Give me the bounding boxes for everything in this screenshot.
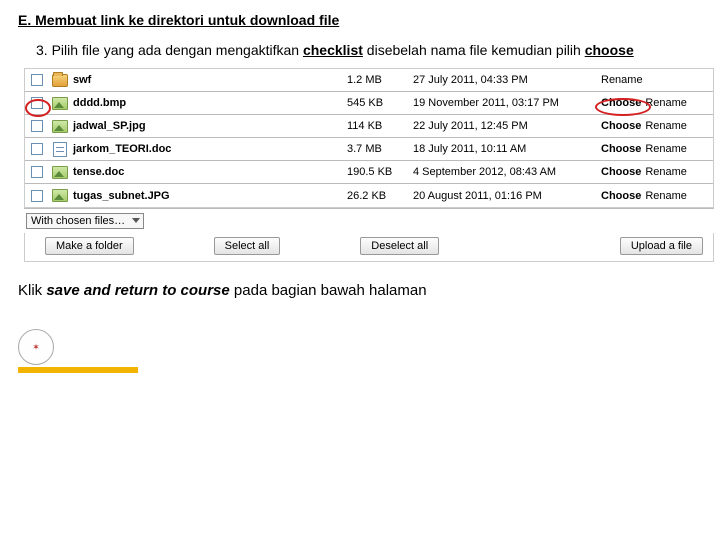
step-keyword-choose: choose [585,42,634,58]
document-icon [53,142,67,157]
rename-link[interactable]: Rename [601,74,643,86]
choose-link[interactable]: Choose [601,166,641,178]
file-icon-cell [49,74,71,87]
file-row: tense.doc190.5 KB4 September 2012, 08:43… [25,161,713,184]
file-date: 20 August 2011, 01:16 PM [413,190,601,202]
file-name[interactable]: jadwal_SP.jpg [71,120,347,132]
file-row: jarkom_TEORI.doc3.7 MB18 July 2011, 10:1… [25,138,713,161]
checkbox-cell [25,74,49,86]
file-size: 3.7 MB [347,143,413,155]
file-name[interactable]: swf [71,74,347,86]
footer-italic: save and return to course [46,282,229,299]
file-name[interactable]: tugas_subnet.JPG [71,190,347,202]
yellow-accent-bar [18,367,138,373]
file-date: 18 July 2011, 10:11 AM [413,143,601,155]
file-size: 26.2 KB [347,190,413,202]
file-checkbox[interactable] [31,120,43,132]
choose-link[interactable]: Choose [601,143,641,155]
file-name[interactable]: jarkom_TEORI.doc [71,143,347,155]
file-icon-cell [49,142,71,157]
rename-link[interactable]: Rename [645,97,687,109]
file-date: 4 September 2012, 08:43 AM [413,166,601,178]
upload-file-button[interactable]: Upload a file [620,237,703,255]
file-size: 114 KB [347,120,413,132]
footer-instruction: Klik save and return to course pada bagi… [18,282,702,299]
file-actions: Choose Rename [601,190,713,202]
checkbox-cell [25,120,49,132]
file-name[interactable]: tense.doc [71,166,347,178]
file-icon-cell [49,189,71,202]
choose-link[interactable]: Choose [601,120,641,132]
file-size: 545 KB [347,97,413,109]
file-row: dddd.bmp545 KB19 November 2011, 03:17 PM… [25,92,713,115]
file-list-panel: swf1.2 MB27 July 2011, 04:33 PMRenameddd… [24,68,714,208]
rename-link[interactable]: Rename [645,120,687,132]
step-keyword-checklist: checklist [303,42,363,58]
file-checkbox[interactable] [31,97,43,109]
checkbox-cell [25,190,49,202]
footer-prefix: Klik [18,282,46,299]
file-row: tugas_subnet.JPG26.2 KB20 August 2011, 0… [25,184,713,207]
file-icon-cell [49,166,71,179]
checkbox-cell [25,166,49,178]
file-date: 22 July 2011, 12:45 PM [413,120,601,132]
file-date: 27 July 2011, 04:33 PM [413,74,601,86]
file-size: 190.5 KB [347,166,413,178]
choose-link[interactable]: Choose [601,97,641,109]
institution-logo: ✶ [18,329,54,365]
checkbox-cell [25,97,49,109]
file-icon-cell [49,97,71,110]
file-actions: Choose Rename [601,97,713,109]
image-icon [52,120,68,133]
buttons-row: Make a folder Select all Deselect all Up… [24,233,714,262]
bulk-action-row: With chosen files… [24,208,714,233]
footer-logo-area: ✶ [18,329,702,373]
image-icon [52,166,68,179]
with-chosen-files-select[interactable]: With chosen files… [26,213,144,229]
file-checkbox[interactable] [31,166,43,178]
rename-link[interactable]: Rename [645,166,687,178]
file-row: jadwal_SP.jpg114 KB22 July 2011, 12:45 P… [25,115,713,138]
step-prefix: 3. Pilih file yang ada dengan mengaktifk… [36,42,303,58]
rename-link[interactable]: Rename [645,143,687,155]
file-row: swf1.2 MB27 July 2011, 04:33 PMRename [25,69,713,92]
choose-link[interactable]: Choose [601,190,641,202]
deselect-all-button[interactable]: Deselect all [360,237,439,255]
file-actions: Choose Rename [601,143,713,155]
file-actions: Choose Rename [601,120,713,132]
file-actions: Choose Rename [601,166,713,178]
make-folder-button[interactable]: Make a folder [45,237,134,255]
folder-icon [52,74,68,87]
file-date: 19 November 2011, 03:17 PM [413,97,601,109]
image-icon [52,97,68,110]
section-heading: E. Membuat link ke direktori untuk downl… [18,12,702,28]
file-checkbox[interactable] [31,190,43,202]
footer-suffix: pada bagian bawah halaman [230,282,427,299]
select-all-button[interactable]: Select all [214,237,281,255]
image-icon [52,189,68,202]
file-name[interactable]: dddd.bmp [71,97,347,109]
file-icon-cell [49,120,71,133]
file-actions: Rename [601,74,713,86]
rename-link[interactable]: Rename [645,190,687,202]
checkbox-cell [25,143,49,155]
step-instruction: 3. Pilih file yang ada dengan mengaktifk… [36,42,702,58]
file-checkbox[interactable] [31,143,43,155]
file-size: 1.2 MB [347,74,413,86]
file-checkbox[interactable] [31,74,43,86]
step-mid: disebelah nama file kemudian pilih [363,42,585,58]
